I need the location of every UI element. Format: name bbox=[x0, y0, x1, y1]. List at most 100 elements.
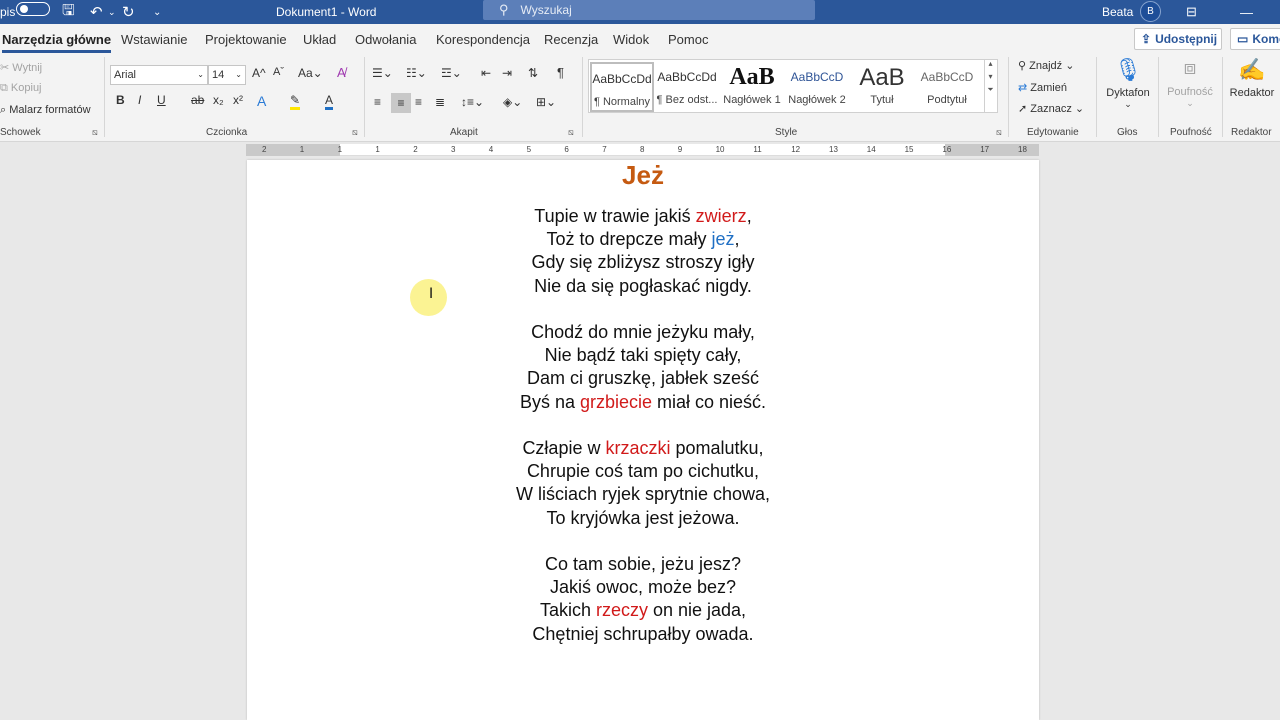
user-name[interactable]: Beata bbox=[1102, 0, 1133, 24]
cut-button[interactable]: ✂ Wytnij bbox=[0, 61, 42, 74]
numbering-icon[interactable]: ☷⌄ bbox=[406, 66, 427, 80]
horizontal-ruler[interactable]: 2 1 1 1 2 3 4 5 6 7 8 9 10 11 12 13 14 15 16 17 18 bbox=[246, 144, 1039, 156]
shrink-font-icon[interactable]: Aˇ bbox=[273, 66, 284, 78]
justify-icon[interactable]: ≣ bbox=[435, 95, 445, 109]
avatar[interactable]: B bbox=[1140, 1, 1161, 22]
styles-launcher-icon[interactable]: ⧅ bbox=[996, 127, 1002, 138]
poem-line[interactable]: Byś na grzbiecie miał co nieść. bbox=[247, 391, 1039, 414]
chevron-down-icon[interactable]: ▾ bbox=[985, 72, 996, 81]
poem-line[interactable]: Tupie w trawie jakiś zwierz, bbox=[247, 205, 1039, 228]
clear-formatting-icon[interactable]: A̸ bbox=[337, 65, 346, 80]
style-title[interactable]: AaB Tytuł bbox=[850, 62, 914, 112]
strikethrough-icon[interactable]: ab bbox=[191, 93, 204, 107]
font-size-dropdown[interactable]: 14 ⌄ bbox=[208, 65, 246, 85]
style-no-spacing[interactable]: AaBbCcDd ¶ Bez odst... bbox=[655, 62, 719, 112]
italic-icon[interactable]: I bbox=[138, 93, 141, 107]
poem-line[interactable]: Jakiś owoc, może bez? bbox=[247, 576, 1039, 599]
style-heading-1[interactable]: AaB Nagłówek 1 bbox=[720, 62, 784, 112]
more-styles-icon[interactable]: ⏷ bbox=[985, 85, 996, 95]
comments-button[interactable]: ▭ Kome bbox=[1230, 28, 1280, 50]
align-left-icon[interactable]: ≡ bbox=[374, 95, 381, 109]
borders-icon[interactable]: ⊞⌄ bbox=[536, 95, 556, 109]
paragraph-launcher-icon[interactable]: ⧅ bbox=[568, 127, 574, 138]
share-button[interactable]: ⇪ Udostępnij bbox=[1134, 28, 1222, 50]
format-painter-button[interactable]: ⌕ Malarz formatów bbox=[0, 104, 91, 117]
poem-body[interactable]: Tupie w trawie jakiś zwierz, Toż to drepc… bbox=[247, 205, 1039, 669]
poem-line[interactable]: Nie bądź taki spięty cały, bbox=[247, 344, 1039, 367]
poem-line[interactable]: To kryjówka jest jeżowa. bbox=[247, 507, 1039, 530]
poem-line[interactable]: Toż to drepcze mały jeż, bbox=[247, 228, 1039, 251]
font-launcher-icon[interactable]: ⧅ bbox=[352, 127, 358, 138]
subscript-icon[interactable]: x₂ bbox=[213, 93, 224, 107]
document-page[interactable]: Jeż Tupie w trawie jakiś zwierz, Toż to d… bbox=[247, 160, 1039, 720]
highlighted-word: rzeczy bbox=[595, 600, 648, 621]
poem-line[interactable]: W liściach ryjek sprytnie chowa, bbox=[247, 483, 1039, 506]
styles-scroll[interactable]: ▴ ▾ ⏷ bbox=[984, 59, 996, 113]
line-text: Chrupie coś tam po cichutku, bbox=[526, 461, 760, 482]
increase-indent-icon[interactable]: ⇥ bbox=[502, 66, 512, 80]
change-case-icon[interactable]: Aa⌄ bbox=[298, 66, 323, 80]
undo-dropdown-icon[interactable]: ⌄ bbox=[108, 0, 116, 24]
search-box[interactable]: ⚲ Wyszukaj bbox=[483, 0, 815, 20]
poem-line[interactable]: Co tam sobie, jeżu jesz? bbox=[247, 553, 1039, 576]
poem-line[interactable]: Chętniej schrupałby owada. bbox=[247, 623, 1039, 646]
copy-button[interactable]: ⧉ Kopiuj bbox=[0, 82, 42, 95]
shading-icon[interactable]: ◈⌄ bbox=[503, 95, 522, 109]
tab-references[interactable]: Odwołania bbox=[355, 32, 416, 47]
select-button[interactable]: ➚ Zaznacz ⌄ bbox=[1018, 102, 1084, 115]
text-effects-icon[interactable]: A bbox=[257, 93, 266, 109]
line-text: W liściach ryjek sprytnie chowa, bbox=[515, 484, 771, 505]
ruler-number: 2 bbox=[262, 145, 267, 154]
tab-layout[interactable]: Układ bbox=[303, 32, 336, 47]
find-button[interactable]: ⚲ Znajdź ⌄ bbox=[1018, 59, 1074, 72]
sort-icon[interactable]: ⇅ bbox=[528, 66, 538, 80]
line-spacing-icon[interactable]: ↕≡⌄ bbox=[461, 95, 484, 109]
autosave-toggle[interactable] bbox=[16, 2, 50, 16]
tab-view[interactable]: Widok bbox=[613, 32, 649, 47]
align-center-icon[interactable]: ≡ bbox=[391, 93, 411, 113]
tab-design[interactable]: Projektowanie bbox=[205, 32, 287, 47]
clipboard-launcher-icon[interactable]: ⧅ bbox=[92, 127, 98, 138]
undo-icon[interactable]: ↶ bbox=[90, 0, 103, 24]
style-heading-2[interactable]: AaBbCcD Nagłówek 2 bbox=[785, 62, 849, 112]
ribbon-display-icon[interactable]: ⊟ bbox=[1186, 0, 1197, 24]
grow-font-icon[interactable]: A^ bbox=[252, 66, 266, 80]
replace-button[interactable]: ⇄ Zamień bbox=[1018, 81, 1067, 94]
tab-mailings[interactable]: Korespondencja bbox=[436, 32, 530, 47]
dictate-button[interactable]: 🎙 Dyktafon ⌄ bbox=[1104, 57, 1152, 110]
poem-line[interactable]: Takich rzeczy on nie jada, bbox=[247, 599, 1039, 622]
poem-line[interactable]: Gdy się zbliżysz stroszy igły bbox=[247, 251, 1039, 274]
poem-line[interactable]: Człapie w krzaczki pomalutku, bbox=[247, 437, 1039, 460]
decrease-indent-icon[interactable]: ⇤ bbox=[481, 66, 491, 80]
pilcrow-icon[interactable]: ¶ bbox=[557, 65, 564, 80]
document-heading[interactable]: Jeż bbox=[247, 160, 1039, 191]
multilevel-list-icon[interactable]: ☲⌄ bbox=[441, 66, 462, 80]
chevron-up-icon[interactable]: ▴ bbox=[985, 59, 996, 68]
tab-review[interactable]: Recenzja bbox=[544, 32, 598, 47]
save-icon[interactable]: 🖫 bbox=[62, 0, 75, 24]
tab-help[interactable]: Pomoc bbox=[668, 32, 708, 47]
poem-line[interactable]: Dam ci gruszkę, jabłek sześć bbox=[247, 367, 1039, 390]
sensitivity-button[interactable]: ⧈ Poufność ⌄ bbox=[1164, 57, 1216, 109]
poem-line[interactable]: Nie da się pogłaskać nigdy. bbox=[247, 275, 1039, 298]
align-right-icon[interactable]: ≡ bbox=[415, 95, 422, 109]
poem-line[interactable]: Chodź do mnie jeżyku mały, bbox=[247, 321, 1039, 344]
bullets-icon[interactable]: ☰⌄ bbox=[372, 66, 393, 80]
tab-insert[interactable]: Wstawianie bbox=[121, 32, 187, 47]
group-label-voice: Głos bbox=[1117, 127, 1138, 138]
bold-icon[interactable]: B bbox=[116, 93, 125, 107]
tab-home[interactable]: Narzędzia główne bbox=[2, 32, 112, 53]
font-name-dropdown[interactable]: Arial ⌄ bbox=[110, 65, 208, 85]
style-subtitle[interactable]: AaBbCcD Podtytuł bbox=[915, 62, 979, 112]
customize-toolbar-icon[interactable]: ⌄ bbox=[153, 0, 161, 24]
redo-icon[interactable]: ↻ bbox=[122, 0, 135, 24]
poem-line[interactable]: Chrupie coś tam po cichutku, bbox=[247, 460, 1039, 483]
highlight-icon[interactable]: ✎ bbox=[290, 93, 301, 110]
style-normal[interactable]: AaBbCcDd ¶ Normalny bbox=[590, 62, 654, 112]
font-color-icon[interactable]: A bbox=[325, 93, 334, 110]
superscript-icon[interactable]: x² bbox=[233, 93, 243, 107]
underline-icon[interactable]: U bbox=[157, 93, 166, 107]
line-text: To kryjówka jest jeżowa. bbox=[546, 507, 740, 528]
editor-button[interactable]: ✍ Redaktor bbox=[1227, 57, 1277, 99]
minimize-icon[interactable]: — bbox=[1240, 0, 1253, 24]
